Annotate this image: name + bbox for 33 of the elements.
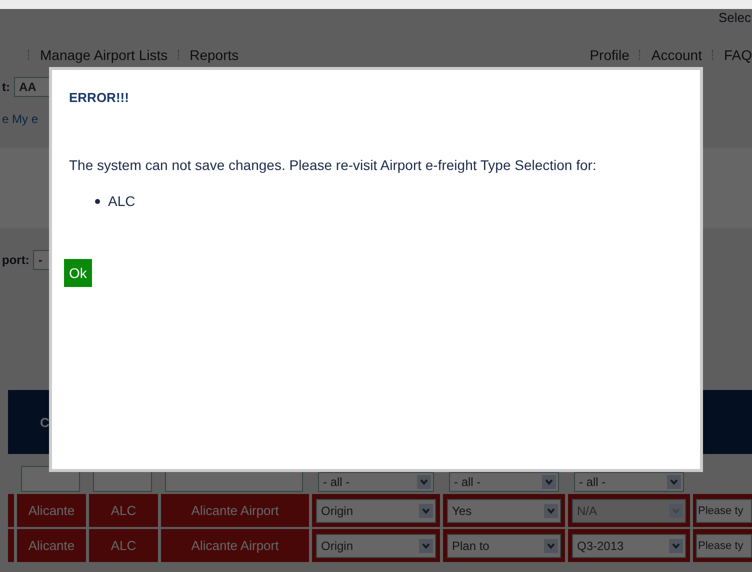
list-item: ALC: [108, 193, 136, 209]
error-message: The system can not save changes. Please re-visit Airport e-freight Type Selection for:: [69, 157, 598, 173]
table-cell: Alicante: [17, 494, 86, 527]
field-label: t:: [2, 80, 10, 94]
nav-link[interactable]: Profile: [590, 47, 630, 63]
dialog-title: ERROR!!!: [69, 90, 130, 105]
nav-link[interactable]: FAQ: [724, 47, 752, 63]
link[interactable]: e My e: [2, 112, 38, 126]
filter-select[interactable]: - all -: [318, 472, 434, 492]
table-cell: ALC: [89, 494, 158, 527]
row-select[interactable]: Q3-2013: [572, 534, 686, 558]
filter-select[interactable]: - all -: [449, 472, 559, 492]
comment-input[interactable]: Please ty: [696, 534, 752, 558]
comment-input[interactable]: Please ty: [696, 498, 752, 522]
table-cell: Alicante: [17, 529, 86, 562]
row-select[interactable]: Plan to: [447, 534, 561, 558]
nav-link[interactable]: Account: [651, 47, 702, 63]
nav-link[interactable]: Manage Airport Lists: [40, 47, 168, 63]
row-select[interactable]: Yes: [447, 498, 561, 522]
table-cell: ALC: [89, 529, 158, 562]
table-cell: Alicante Airport: [161, 529, 309, 562]
table-cell: Alicante Airport: [161, 494, 309, 527]
filter-select[interactable]: - all -: [574, 472, 684, 492]
bullet-icon: [95, 198, 100, 204]
row-select[interactable]: Origin: [316, 534, 436, 558]
ok-button[interactable]: Ok: [64, 259, 92, 287]
header-text: Selec: [718, 10, 751, 25]
table-cell: [8, 529, 14, 562]
row-select[interactable]: Origin: [316, 498, 436, 522]
field-label: port:: [2, 253, 30, 267]
nav-link[interactable]: Reports: [190, 47, 239, 63]
column-header: C: [40, 414, 50, 430]
table-cell: [8, 494, 14, 527]
